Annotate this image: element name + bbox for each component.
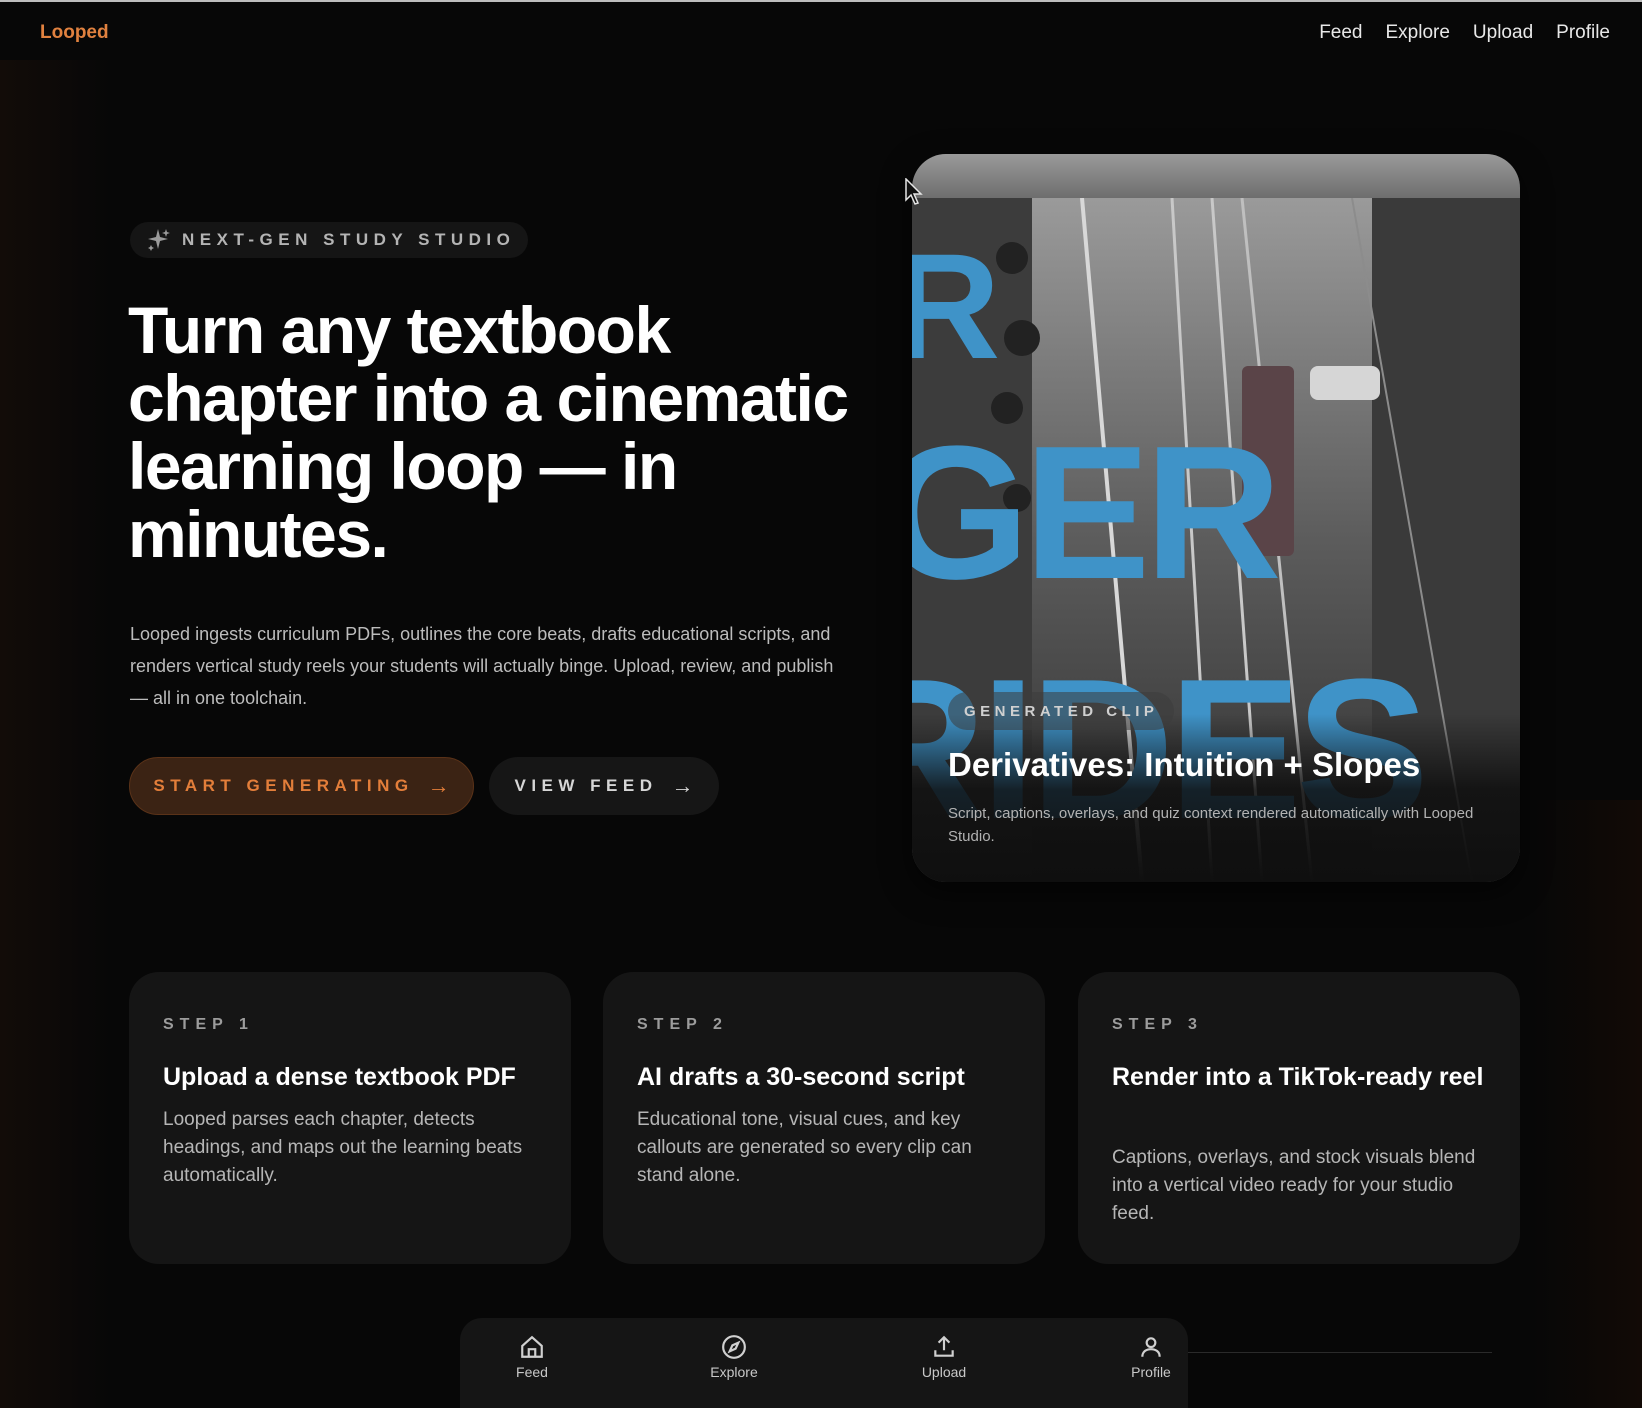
step-label: STEP 3 <box>1112 1016 1203 1033</box>
step-card-3: STEP 3 Render into a TikTok-ready reel C… <box>1078 972 1520 1264</box>
top-bar: Looped Feed Explore Upload Profile <box>0 0 1642 64</box>
top-nav: Feed Explore Upload Profile <box>1319 22 1610 44</box>
generated-clip-preview[interactable]: R GER RIDES GENERATED CLIP Derivatives: … <box>912 154 1520 882</box>
generated-clip-pill: GENERATED CLIP <box>948 692 1174 730</box>
tab-feed[interactable]: Feed <box>487 1334 577 1380</box>
compass-icon <box>722 1335 746 1359</box>
tab-explore[interactable]: Explore <box>689 1334 779 1380</box>
view-feed-label: VIEW FEED <box>514 776 658 795</box>
hero-badge: NEXT-GEN STUDY STUDIO <box>130 222 528 258</box>
view-feed-button[interactable]: VIEW FEED → <box>489 757 719 815</box>
right-edge-glow <box>1532 800 1642 1408</box>
preview-top-bar <box>912 154 1520 198</box>
start-generating-label: START GENERATING <box>153 776 414 795</box>
step-title: AI drafts a 30-second script <box>637 1063 965 1091</box>
bottom-tab-bar: Feed Explore Upload Profile <box>460 1318 1188 1408</box>
step-body: Looped parses each chapter, detects head… <box>163 1109 523 1186</box>
overlay-text-line-1: R <box>912 222 1000 390</box>
clip-title: Derivatives: Intuition + Slopes <box>948 746 1421 783</box>
sparkle-icon <box>148 229 170 251</box>
start-generating-button[interactable]: START GENERATING → <box>129 757 474 815</box>
hero-badge-label: NEXT-GEN STUDY STUDIO <box>182 230 516 249</box>
brand-logo[interactable]: Looped <box>40 22 109 44</box>
step-card-2: STEP 2 AI drafts a 30-second script Educ… <box>603 972 1045 1264</box>
step-title: Upload a dense textbook PDF <box>163 1063 516 1091</box>
home-icon <box>521 1335 543 1358</box>
step-title: Render into a TikTok-ready reel <box>1112 1063 1484 1091</box>
upload-icon <box>934 1335 954 1357</box>
clip-description: Script, captions, overlays, and quiz con… <box>948 805 1474 845</box>
arrow-right-icon: → <box>427 773 450 798</box>
tab-label: Upload <box>921 1364 967 1380</box>
tab-profile[interactable]: Profile <box>1106 1334 1196 1380</box>
step-body: Educational tone, visual cues, and key c… <box>637 1109 972 1186</box>
hero-description: Looped ingests curriculum PDFs, outlines… <box>130 624 834 708</box>
tab-upload[interactable]: Upload <box>899 1334 989 1380</box>
arrow-right-icon: → <box>671 773 694 798</box>
mouse-cursor-icon <box>905 178 923 205</box>
nav-upload[interactable]: Upload <box>1473 22 1533 44</box>
step-label: STEP 2 <box>637 1016 728 1033</box>
step-card-1: STEP 1 Upload a dense textbook PDF Loope… <box>129 972 571 1264</box>
tab-label: Profile <box>1131 1364 1171 1380</box>
step-label: STEP 1 <box>163 1016 254 1033</box>
step-body: Captions, overlays, and stock visuals bl… <box>1112 1147 1476 1224</box>
hero-headline: Turn any textbook chapter into a cinemat… <box>128 293 849 571</box>
tab-bar-divider <box>1188 1352 1492 1353</box>
nav-profile[interactable]: Profile <box>1556 22 1610 44</box>
tab-label: Feed <box>516 1364 548 1380</box>
nav-feed[interactable]: Feed <box>1319 22 1362 44</box>
tab-label: Explore <box>710 1364 758 1380</box>
preview-fade <box>912 714 1520 882</box>
overlay-text-line-2: GER <box>912 407 1279 619</box>
user-icon <box>1141 1337 1161 1357</box>
nav-explore[interactable]: Explore <box>1386 22 1450 44</box>
left-edge-glow <box>0 60 110 1408</box>
